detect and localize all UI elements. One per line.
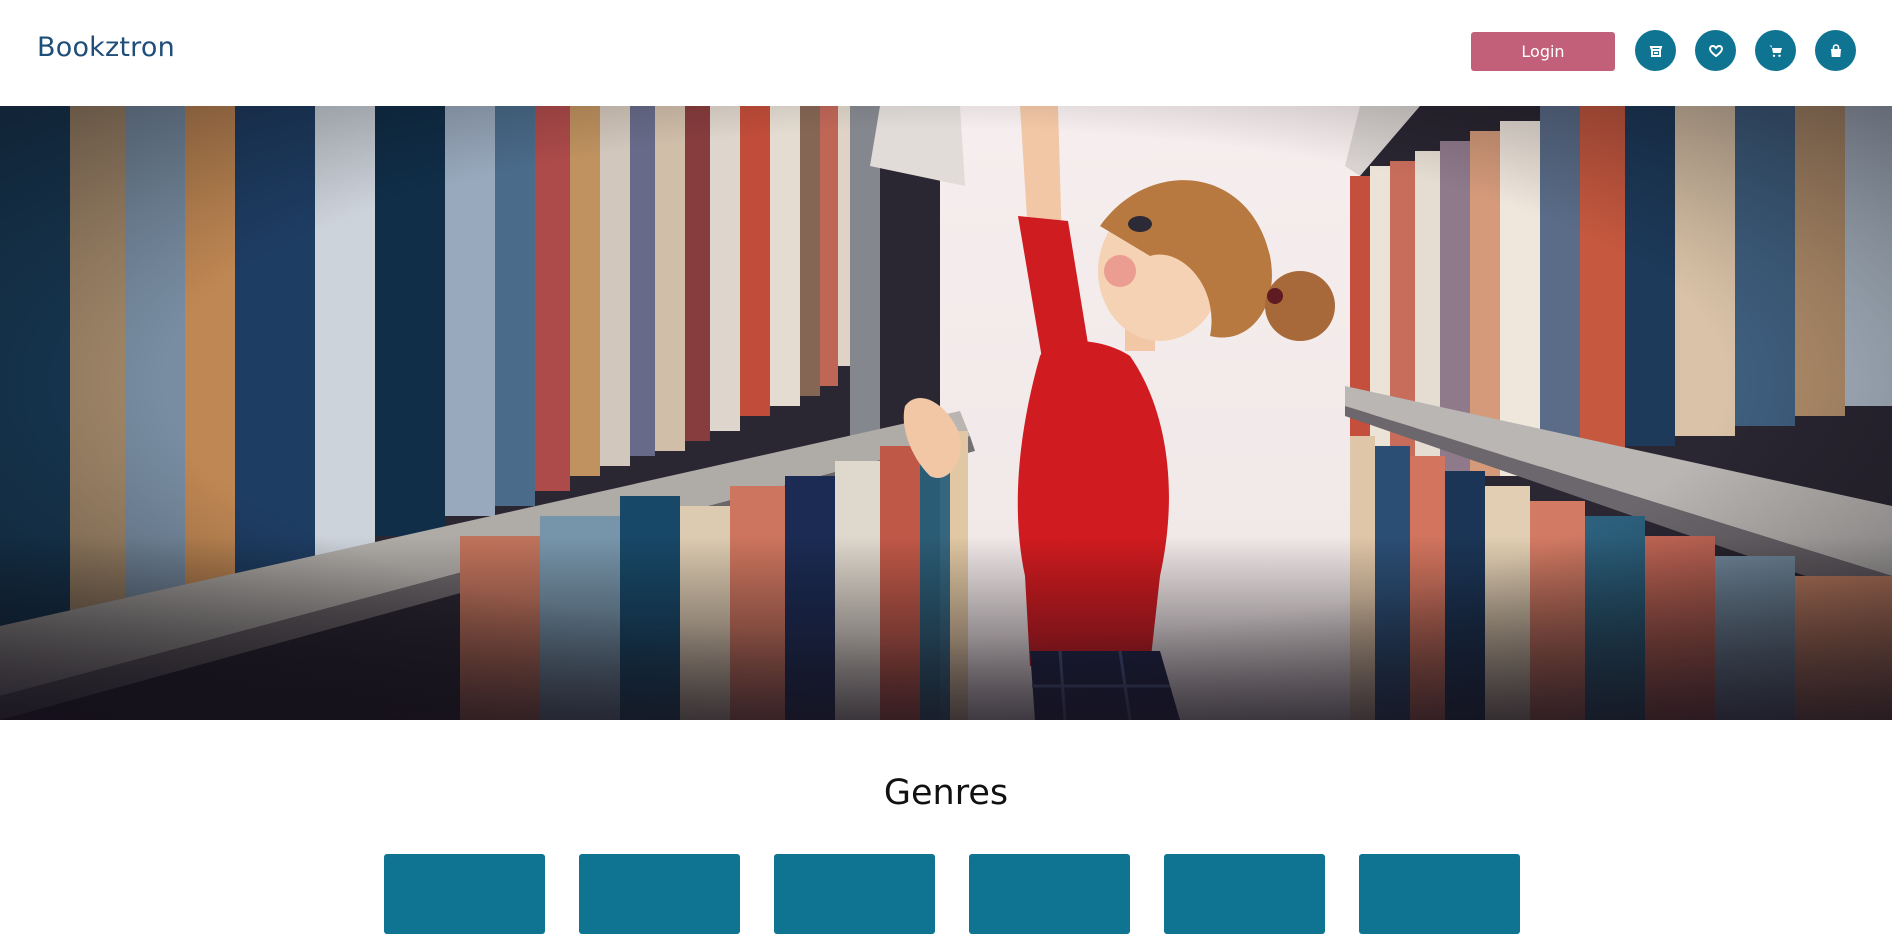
store-button[interactable] — [1635, 30, 1676, 71]
bag-button[interactable] — [1815, 30, 1856, 71]
wishlist-button[interactable] — [1695, 30, 1736, 71]
genres-heading: Genres — [883, 773, 1009, 813]
brand-logo[interactable]: Bookztron — [37, 32, 175, 63]
genre-card[interactable] — [384, 854, 545, 934]
cart-icon — [1769, 45, 1782, 57]
cart-button[interactable] — [1755, 30, 1796, 71]
genre-card[interactable] — [774, 854, 935, 934]
genre-card[interactable] — [1359, 854, 1520, 934]
genre-card[interactable] — [969, 854, 1130, 934]
hero-illustration — [0, 106, 1892, 720]
genre-card[interactable] — [1164, 854, 1325, 934]
store-icon — [1649, 45, 1662, 57]
login-button[interactable]: Login — [1471, 32, 1615, 71]
genre-card[interactable] — [579, 854, 740, 934]
heart-icon — [1708, 44, 1723, 57]
hero-banner — [0, 106, 1892, 720]
top-navbar: Bookztron Login — [0, 0, 1892, 106]
bag-icon — [1830, 43, 1841, 57]
